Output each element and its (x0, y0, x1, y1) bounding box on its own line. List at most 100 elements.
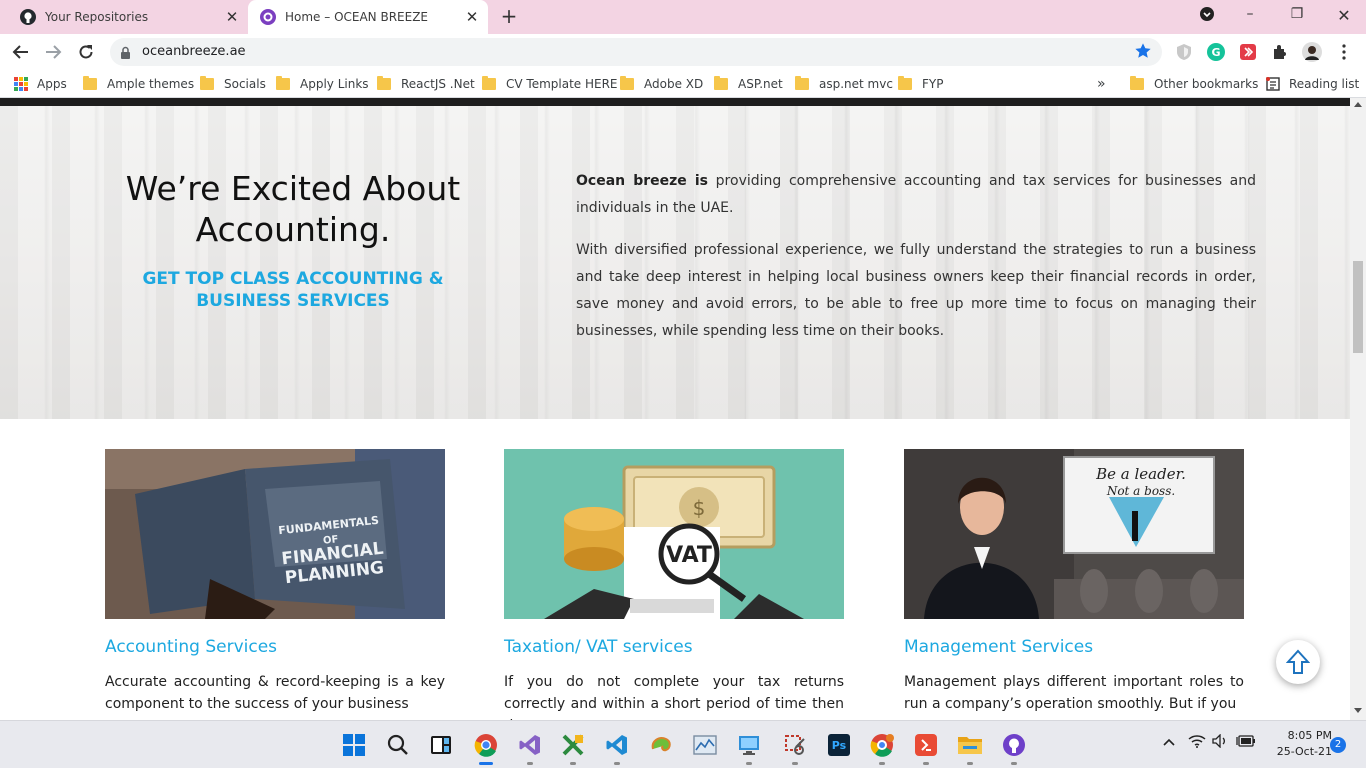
bookmark-apps[interactable]: Apps (14, 76, 67, 92)
page-viewport: We’re Excited About Accounting. GET TOP … (0, 98, 1350, 720)
reading-list-button[interactable]: Reading list (1266, 76, 1359, 92)
tab-search-icon[interactable] (1198, 6, 1216, 28)
clock-time: 8:05 PM (1287, 729, 1332, 742)
folder-icon (482, 76, 496, 90)
running-indicator (527, 762, 533, 765)
volume-icon[interactable] (1212, 733, 1230, 752)
snipping-tool-icon[interactable] (782, 732, 808, 765)
task-view-icon[interactable] (428, 732, 454, 758)
vat-illustration-image: $ VAT (504, 449, 844, 619)
new-tab-button[interactable]: + (498, 6, 520, 28)
arrow-up-icon (1286, 649, 1310, 675)
close-tab-icon[interactable]: ✕ (224, 9, 240, 25)
maximize-button[interactable]: ❐ (1287, 6, 1307, 28)
bookmarks-overflow-button[interactable]: » (1097, 76, 1106, 92)
scroll-down-arrow-icon[interactable] (1354, 708, 1362, 713)
photoshop-icon[interactable]: Ps (826, 732, 852, 758)
service-title[interactable]: Management Services (904, 637, 1244, 657)
service-title[interactable]: Taxation/ VAT services (504, 637, 844, 657)
minimize-button[interactable]: – (1240, 6, 1260, 28)
service-text: If you do not complete your tax returns … (504, 674, 844, 720)
profile-avatar[interactable] (1302, 42, 1322, 62)
running-indicator (879, 762, 885, 765)
browser-menu-icon[interactable] (1334, 42, 1354, 62)
bookmark-star-icon[interactable] (1134, 42, 1152, 64)
system-clock[interactable]: 8:05 PM 25-Oct-21 (1262, 728, 1332, 760)
apps-grid-icon (14, 77, 28, 91)
tab-ocean-breeze[interactable]: Home – OCEAN BREEZE ✕ (248, 0, 488, 34)
clock-date: 25-Oct-21 (1276, 745, 1332, 758)
bookmark-reactjs-net[interactable]: ReactJS .Net (377, 76, 475, 92)
bookmark-cv-template[interactable]: CV Template HERE (482, 76, 618, 92)
back-button[interactable] (9, 40, 33, 64)
running-indicator (746, 762, 752, 765)
xaml-tools-icon[interactable] (560, 732, 586, 765)
scroll-up-arrow-icon[interactable] (1354, 102, 1362, 107)
svg-text:G: G (1211, 46, 1220, 59)
grammarly-icon[interactable]: G (1206, 42, 1226, 62)
media-extension-icon[interactable] (1238, 42, 1258, 62)
running-indicator (923, 762, 929, 765)
start-windows-icon[interactable] (341, 732, 367, 758)
remote-desktop-icon[interactable] (736, 732, 762, 765)
notification-badge[interactable]: 2 (1330, 737, 1346, 753)
bookmark-socials[interactable]: Socials (200, 76, 266, 92)
bookmark-asp-net-mvc[interactable]: asp.net mvc (795, 76, 893, 92)
bookmark-adobe-xd[interactable]: Adobe XD (620, 76, 703, 92)
visual-studio-icon[interactable] (517, 732, 543, 765)
scroll-to-top-button[interactable] (1276, 640, 1320, 684)
git-client-icon[interactable] (913, 732, 939, 765)
folder-icon (377, 76, 391, 90)
bookmark-label: FYP (922, 77, 944, 91)
battery-icon[interactable] (1236, 734, 1256, 752)
chameleon-app-icon[interactable] (648, 732, 674, 758)
performance-monitor-icon[interactable] (692, 732, 718, 758)
search-icon[interactable] (385, 732, 411, 758)
leader-businesswoman-image: Be a leader. Not a boss. (904, 449, 1244, 619)
close-window-button[interactable]: ✕ (1334, 6, 1354, 28)
reload-button[interactable] (74, 40, 98, 64)
bookmark-label: CV Template HERE (506, 77, 618, 91)
page-scrollbar[interactable] (1350, 98, 1366, 720)
bookmark-asp-net[interactable]: ASP.net (714, 76, 783, 92)
chrome-icon[interactable] (473, 732, 499, 765)
tab-your-repositories[interactable]: Your Repositories ✕ (8, 0, 248, 34)
bookmark-apply-links[interactable]: Apply Links (276, 76, 369, 92)
wifi-icon[interactable] (1188, 734, 1206, 752)
running-indicator (614, 762, 620, 765)
show-hidden-icons-chevron-icon[interactable] (1162, 736, 1176, 751)
folder-icon (714, 76, 728, 90)
ocean-breeze-favicon (260, 9, 276, 25)
service-card-accounting: FUNDAMENTALS OF FINANCIAL PLANNING Accou… (105, 449, 445, 715)
service-card-management: Be a leader. Not a boss. Management Serv… (904, 449, 1244, 715)
lock-icon[interactable] (120, 45, 131, 64)
service-card-taxation: $ VAT Taxation/ VAT services If you do n… (504, 449, 844, 720)
running-indicator (570, 762, 576, 765)
close-tab-icon[interactable]: ✕ (464, 9, 480, 25)
vscode-icon[interactable] (604, 732, 630, 765)
bookmark-label: asp.net mvc (819, 77, 893, 91)
address-bar[interactable]: oceanbreeze.ae (110, 38, 1162, 66)
extensions-puzzle-icon[interactable] (1270, 42, 1290, 62)
github-icon (20, 9, 36, 25)
folder-icon (276, 76, 290, 90)
chrome-profile-icon[interactable] (869, 732, 895, 765)
bookmark-label: ASP.net (738, 77, 783, 91)
bookmark-other-bookmarks[interactable]: Other bookmarks (1130, 76, 1258, 92)
bookmark-fyp[interactable]: FYP (898, 76, 943, 92)
forward-button[interactable] (41, 40, 65, 64)
shield-extension-icon[interactable] (1174, 42, 1194, 62)
svg-text:Not a boss.: Not a boss. (1106, 484, 1175, 498)
hero-title: We’re Excited About Accounting. (125, 169, 461, 249)
service-title[interactable]: Accounting Services (105, 637, 445, 657)
scrollbar-thumb[interactable] (1353, 261, 1363, 353)
file-explorer-icon[interactable] (957, 732, 983, 765)
github-desktop-icon[interactable] (1001, 732, 1027, 765)
bookmark-ample-themes[interactable]: Ample themes (83, 76, 194, 92)
svg-text:Ps: Ps (832, 739, 847, 752)
reading-list-icon (1266, 77, 1280, 91)
service-text: Accurate accounting & record-keeping is … (105, 674, 445, 712)
browser-toolbar: oceanbreeze.ae G (0, 34, 1366, 70)
tab-strip: Your Repositories ✕ Home – OCEAN BREEZE … (0, 0, 1366, 34)
bookmark-label: ReactJS .Net (401, 77, 475, 91)
